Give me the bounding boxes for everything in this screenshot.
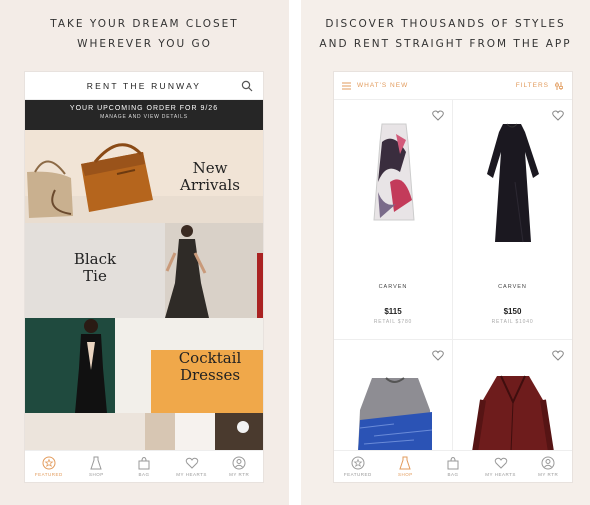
star-icon <box>42 456 56 470</box>
category-black-tie[interactable]: Black Tie <box>25 223 263 318</box>
tab-bag[interactable]: BAG <box>429 451 477 482</box>
printed-dress-image <box>373 123 415 221</box>
panel-divider <box>289 0 301 505</box>
category-new-arrivals[interactable]: New Arrivals <box>25 130 263 223</box>
brand-title: RENT THE RUNWAY <box>86 80 202 91</box>
product-grid: CARVEN $115 RETAIL $780 CARVEN $150 RETA… <box>334 100 572 452</box>
right-caption-line2: AND RENT STRAIGHT FROM THE APP <box>319 38 572 50</box>
sweater-image <box>358 377 433 452</box>
right-promo-panel: DISCOVER THOUSANDS OF STYLES AND RENT ST… <box>301 0 590 505</box>
tab-label-my-rtr: MY RTR <box>229 472 250 477</box>
dress-icon <box>90 456 103 470</box>
leather-jacket-image <box>472 375 554 452</box>
bag-icon <box>447 456 459 470</box>
filters-label: FILTERS <box>515 82 549 89</box>
partial-category-image <box>25 413 263 451</box>
tab-label-bag: BAG <box>447 472 459 477</box>
tab-label-my-hearts: MY HEARTS <box>176 472 207 477</box>
filter-sliders-icon <box>555 81 563 90</box>
tab-shop[interactable]: SHOP <box>382 451 430 482</box>
tab-my-hearts[interactable]: MY HEARTS <box>477 451 525 482</box>
product-card[interactable]: CARVEN $115 RETAIL $780 <box>334 100 453 340</box>
category-cocktail-dresses[interactable]: Cocktail Dresses <box>25 318 263 413</box>
tab-bar: FEATURED SHOP BAG MY HEARTS MY RTR <box>25 450 263 482</box>
filter-bar: WHAT'S NEW FILTERS <box>334 72 572 100</box>
product-retail-price: RETAIL $780 <box>373 319 413 325</box>
right-caption: DISCOVER THOUSANDS OF STYLES AND RENT ST… <box>301 14 590 54</box>
tab-bar: FEATURED SHOP BAG MY HEARTS MY RTR <box>334 450 572 482</box>
tab-label-bag: BAG <box>138 472 150 477</box>
tab-my-rtr[interactable]: MY RTR <box>215 451 263 482</box>
product-card[interactable] <box>453 340 572 452</box>
tab-featured[interactable]: FEATURED <box>334 451 382 482</box>
upcoming-order-banner[interactable]: YOUR UPCOMING ORDER FOR 9/26 MANAGE AND … <box>25 100 263 130</box>
black-dress-image <box>487 123 539 243</box>
dress-icon <box>399 456 412 470</box>
order-title: YOUR UPCOMING ORDER FOR 9/26 <box>69 105 219 112</box>
tab-shop[interactable]: SHOP <box>73 451 121 482</box>
product-designer: CARVEN <box>378 284 408 290</box>
tab-label-shop: SHOP <box>398 472 413 477</box>
product-price: $115 <box>384 307 402 316</box>
tab-label-shop: SHOP <box>89 472 104 477</box>
product-price: $150 <box>503 307 522 316</box>
heart-icon <box>185 457 198 469</box>
app-header: RENT THE RUNWAY <box>25 72 263 100</box>
menu-icon <box>342 82 351 89</box>
profile-icon <box>232 456 246 470</box>
tab-label-featured: FEATURED <box>34 472 63 477</box>
filters-button[interactable]: FILTERS <box>515 81 564 90</box>
product-designer: CARVEN <box>498 284 527 290</box>
bag-icon <box>138 456 150 470</box>
tab-my-rtr[interactable]: MY RTR <box>524 451 572 482</box>
profile-icon <box>541 456 555 470</box>
search-icon[interactable] <box>241 80 253 92</box>
left-caption-line1: TAKE YOUR DREAM CLOSET <box>50 18 239 30</box>
shop-screen: WHAT'S NEW FILTERS CARVEN $115 RETAIL $7… <box>333 71 573 483</box>
category-partial[interactable] <box>25 413 263 451</box>
category-label-cocktail-dresses: Cocktail Dresses <box>178 349 242 384</box>
star-icon <box>351 456 365 470</box>
product-retail-price: RETAIL $1040 <box>491 319 534 325</box>
whats-new-label: WHAT'S NEW <box>357 82 409 89</box>
tab-label-my-hearts: MY HEARTS <box>485 472 516 477</box>
product-card[interactable] <box>334 340 453 452</box>
whats-new-menu[interactable]: WHAT'S NEW <box>342 82 408 90</box>
tab-my-hearts[interactable]: MY HEARTS <box>168 451 216 482</box>
black-tie-image <box>25 223 263 318</box>
featured-screen: RENT THE RUNWAY YOUR UPCOMING ORDER FOR … <box>24 71 264 483</box>
category-label-new-arrivals: New Arrivals <box>180 159 240 194</box>
order-subtitle: MANAGE AND VIEW DETAILS <box>100 114 188 120</box>
left-caption: TAKE YOUR DREAM CLOSET WHEREVER YOU GO <box>0 14 289 54</box>
product-card[interactable]: CARVEN $150 RETAIL $1040 <box>453 100 572 340</box>
category-label-black-tie: Black Tie <box>73 250 117 285</box>
tab-featured[interactable]: FEATURED <box>25 451 73 482</box>
tab-bag[interactable]: BAG <box>120 451 168 482</box>
right-caption-line1: DISCOVER THOUSANDS OF STYLES <box>325 18 566 30</box>
tab-label-my-rtr: MY RTR <box>538 472 559 477</box>
left-caption-line2: WHEREVER YOU GO <box>77 38 212 50</box>
tab-label-featured: FEATURED <box>343 472 372 477</box>
left-promo-panel: TAKE YOUR DREAM CLOSET WHEREVER YOU GO R… <box>0 0 289 505</box>
heart-icon <box>494 457 507 469</box>
